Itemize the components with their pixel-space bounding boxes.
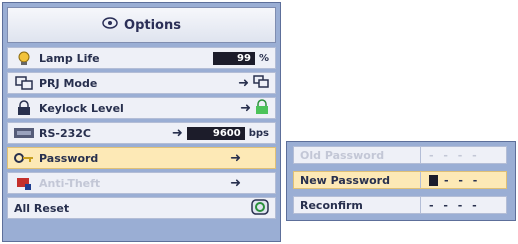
arrow-right-icon: ➜ [230, 175, 241, 191]
arrow-right-icon: ➜ [230, 150, 241, 166]
prj-mode-icon [253, 74, 269, 92]
menu-item-keylock-level[interactable]: Keylock Level ➜ [7, 97, 276, 119]
options-icon [102, 16, 118, 34]
rs232c-value: 9600 [186, 126, 245, 140]
menu-list: Lamp Life 99 % PRJ Mode ➜ Keylock Level [7, 47, 276, 237]
rs232c-unit: bps [248, 127, 269, 139]
input-cursor [429, 174, 438, 186]
rs232c-icon [13, 125, 35, 141]
old-password-row: Old Password - - - - [293, 146, 507, 164]
menu-item-lamp-life[interactable]: Lamp Life 99 % [7, 47, 276, 69]
keylock-icon [13, 100, 35, 116]
password-key-icon [13, 150, 35, 166]
reconfirm-field[interactable]: - - - - [421, 199, 506, 212]
lamp-life-unit: % [258, 52, 269, 64]
prj-mode-icon [13, 75, 35, 91]
reconfirm-label: Reconfirm [294, 197, 421, 213]
arrow-right-icon: ➜ [240, 100, 251, 116]
password-panel: Old Password - - - - New Password - - - … [286, 141, 516, 221]
lamp-life-value: 99 [212, 51, 255, 65]
keylock-green-icon [255, 98, 269, 118]
menu-item-anti-theft[interactable]: Anti-Theft ➜ [7, 172, 276, 194]
all-reset-icon [251, 198, 269, 218]
menu-title: Options [124, 17, 181, 33]
menu-title-bar: Options [7, 7, 276, 43]
old-password-field[interactable]: - - - - [421, 149, 506, 162]
options-menu: Options Lamp Life 99 % PRJ Mode ➜ Keyloc… [2, 2, 281, 242]
menu-item-label: All Reset [14, 201, 70, 215]
menu-item-prj-mode[interactable]: PRJ Mode ➜ [7, 72, 276, 94]
menu-item-rs232c[interactable]: RS-232C ➜ 9600 bps [7, 122, 276, 144]
arrow-right-icon: ➜ [238, 75, 249, 91]
new-password-row[interactable]: New Password - - - [293, 171, 507, 189]
new-password-value: - - - [444, 173, 481, 187]
new-password-label: New Password [294, 172, 421, 188]
lamp-icon [13, 50, 35, 66]
arrow-right-icon: ➜ [171, 125, 183, 141]
menu-item-all-reset[interactable]: All Reset [7, 197, 276, 219]
new-password-field[interactable]: - - - [421, 174, 506, 187]
menu-item-password[interactable]: Password ➜ [7, 147, 276, 169]
old-password-label: Old Password [294, 147, 421, 163]
reconfirm-row[interactable]: Reconfirm - - - - [293, 196, 507, 214]
anti-theft-icon [13, 175, 35, 191]
